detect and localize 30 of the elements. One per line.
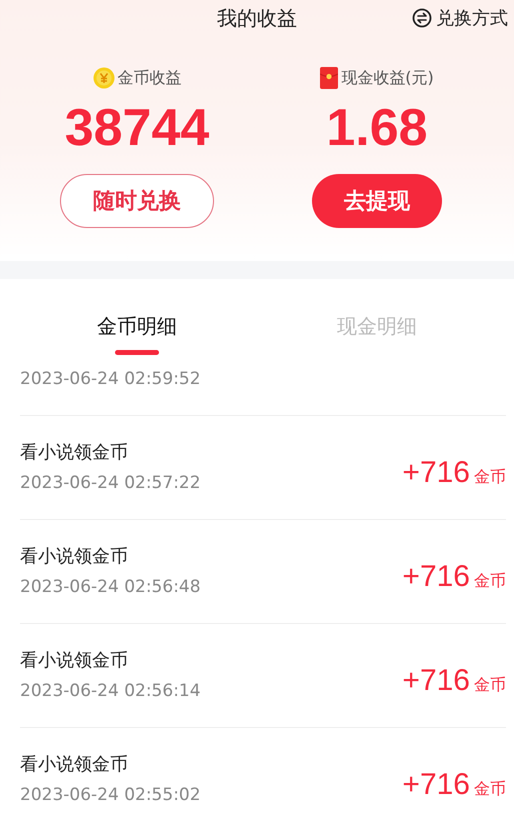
record-time: 2023-06-24 02:59:52 — [20, 368, 201, 390]
exchange-method-link[interactable]: 兑换方式 — [412, 6, 508, 30]
record-amount: +716 — [402, 560, 470, 594]
exchange-button[interactable]: 随时兑换 — [60, 174, 214, 228]
record-amount: +716 — [402, 768, 470, 802]
tab-indicator — [115, 350, 159, 355]
record-amount: +716 — [402, 456, 470, 490]
record-amount: +716 — [402, 664, 470, 698]
tab[interactable]: 金币明细 — [97, 314, 177, 338]
balance-label: 金币收益 — [118, 68, 182, 88]
swap-icon — [412, 8, 432, 28]
record-time: 2023-06-24 02:56:48 — [20, 576, 201, 598]
amount-unit: 金币 — [474, 570, 506, 592]
record-title: 看小说领金币 — [20, 545, 129, 569]
coin-icon — [92, 67, 114, 89]
record-title: 看小说领金币 — [20, 649, 129, 673]
record-title: 看小说领金币 — [20, 753, 129, 777]
balance-value: 1.68 — [326, 98, 428, 158]
balance-value: 38744 — [64, 98, 210, 158]
record-title: 看小说领金币 — [20, 441, 129, 465]
amount-unit: 金币 — [474, 674, 506, 696]
record-time: 2023-06-24 02:55:02 — [20, 784, 201, 806]
amount-unit: 金币 — [474, 778, 506, 800]
record-time: 2023-06-24 02:56:14 — [20, 680, 201, 702]
envelope-icon — [320, 67, 338, 89]
withdraw-button[interactable]: 去提现 — [312, 174, 442, 228]
amount-unit: 金币 — [474, 466, 506, 488]
balance-label: 现金收益(元) — [341, 68, 434, 88]
page-title: 我的收益 — [217, 4, 297, 32]
record-time: 2023-06-24 02:57:22 — [20, 472, 201, 494]
